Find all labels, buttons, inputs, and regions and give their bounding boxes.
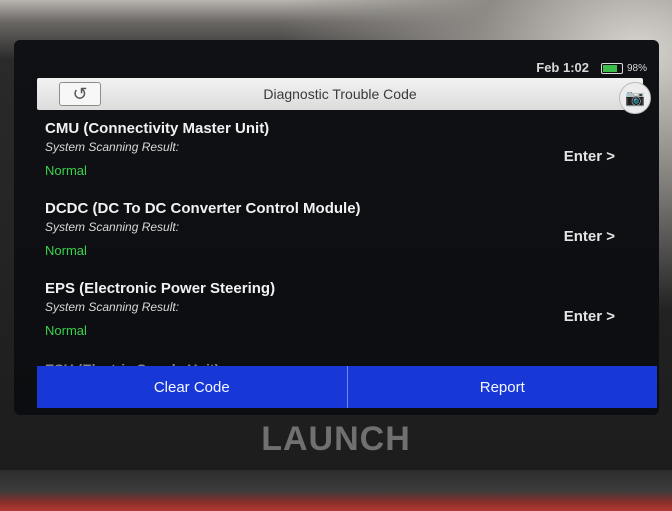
module-title: EPS (Electronic Power Steering) [45, 280, 276, 297]
header-bar: ↺ Diagnostic Trouble Code 📷 [37, 78, 651, 114]
report-button[interactable]: Report [348, 366, 658, 408]
module-title: DCDC (DC To DC Converter Control Module) [45, 200, 361, 217]
brand-logo: LAUNCH [261, 420, 411, 458]
scan-status: Normal [45, 163, 87, 178]
status-bar: Feb 1:02 98% [14, 58, 659, 78]
status-time: Feb 1:02 [536, 60, 589, 75]
enter-button[interactable]: Enter > [564, 228, 615, 245]
module-list: CMU (Connectivity Master Unit) System Sc… [45, 120, 635, 360]
clear-code-button[interactable]: Clear Code [37, 366, 348, 408]
bottom-action-bar: Clear Code Report [37, 366, 657, 408]
scan-status: Normal [45, 243, 87, 258]
scan-result-label: System Scanning Result: [45, 140, 180, 154]
battery-icon [601, 63, 623, 74]
module-title: CMU (Connectivity Master Unit) [45, 120, 270, 137]
enter-button[interactable]: Enter > [564, 148, 615, 165]
device-frame-bottom [0, 470, 672, 511]
scan-status: Normal [45, 323, 87, 338]
scan-result-label: System Scanning Result: [45, 300, 180, 314]
scan-result-label: System Scanning Result: [45, 220, 180, 234]
list-item: CMU (Connectivity Master Unit) System Sc… [45, 120, 635, 200]
list-item: EPS (Electronic Power Steering) System S… [45, 280, 635, 360]
page-title: Diagnostic Trouble Code [263, 86, 417, 102]
camera-button[interactable]: 📷 [619, 82, 651, 114]
camera-icon: 📷 [625, 90, 645, 107]
enter-button[interactable]: Enter > [564, 308, 615, 325]
list-item: DCDC (DC To DC Converter Control Module)… [45, 200, 635, 280]
battery-level: 98% [626, 63, 647, 74]
